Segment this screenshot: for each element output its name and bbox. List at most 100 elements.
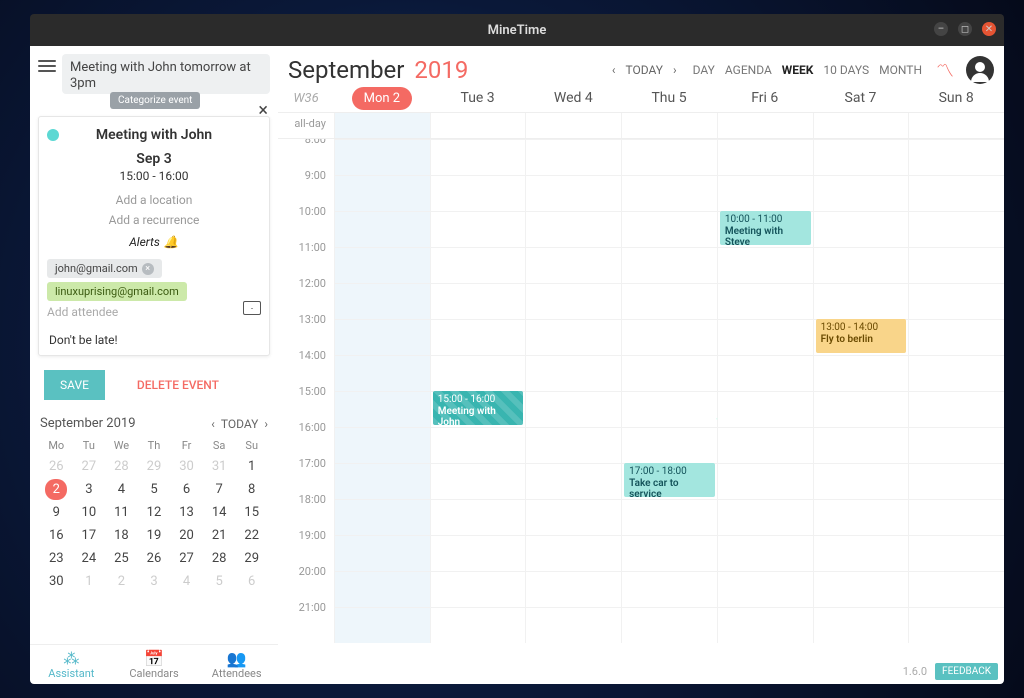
mini-cal-day[interactable]: 25 (105, 548, 138, 569)
attendee-chip-self[interactable]: linuxuprising@gmail.com (47, 282, 187, 301)
mini-cal-day[interactable]: 3 (73, 479, 106, 500)
mail-icon[interactable] (243, 301, 261, 315)
day-column[interactable]: 13:00 - 14:00Fly to berlin (813, 139, 909, 643)
mini-cal-day[interactable]: 2 (45, 479, 67, 500)
mini-cal-today[interactable]: TODAY (221, 417, 259, 431)
today-button[interactable]: TODAY (626, 63, 664, 77)
close-panel-button[interactable]: × (258, 100, 268, 121)
calendar-color-dot[interactable] (47, 129, 59, 141)
day-column[interactable]: 15:00 - 16:00Meeting with John (430, 139, 526, 643)
day-header-sun[interactable]: Sun 8 (908, 90, 1004, 106)
feedback-button[interactable]: FEEDBACK (935, 663, 998, 680)
mini-cal-day[interactable]: 4 (170, 571, 203, 592)
mini-cal-day[interactable]: 15 (235, 502, 268, 523)
mini-cal-day[interactable]: 17 (73, 525, 106, 546)
menu-icon[interactable] (38, 60, 56, 72)
event-description[interactable]: Don't be late! (47, 333, 261, 347)
mode-week[interactable]: WEEK (782, 63, 814, 77)
mini-cal-day[interactable]: 9 (40, 502, 73, 523)
account-avatar[interactable] (966, 56, 994, 84)
next-week-button[interactable]: › (673, 63, 677, 77)
day-header-sat[interactable]: Sat 7 (813, 90, 909, 106)
allday-cell[interactable] (908, 113, 1004, 138)
mini-cal-day[interactable]: 3 (138, 571, 171, 592)
mini-cal-day[interactable]: 31 (203, 456, 236, 477)
window-close-button[interactable]: ✕ (982, 22, 996, 36)
mini-cal-day[interactable]: 30 (170, 456, 203, 477)
day-header-fri[interactable]: Fri 6 (717, 90, 813, 106)
mode-month[interactable]: MONTH (879, 63, 922, 77)
mini-cal-day[interactable]: 22 (235, 525, 268, 546)
tab-attendees[interactable]: 👥Attendees (195, 645, 278, 684)
mini-cal-day[interactable]: 1 (73, 571, 106, 592)
save-button[interactable]: SAVE (44, 370, 105, 400)
day-header-thu[interactable]: Thu 5 (621, 90, 717, 106)
mini-cal-day[interactable]: 2 (105, 571, 138, 592)
prev-week-button[interactable]: ‹ (612, 63, 616, 77)
alerts-link[interactable]: Alerts 🔔 (47, 235, 261, 249)
mini-cal-day[interactable]: 21 (203, 525, 236, 546)
mini-cal-day[interactable]: 8 (235, 479, 268, 500)
mini-cal-day[interactable]: 29 (138, 456, 171, 477)
event-date[interactable]: Sep 3 (47, 151, 261, 167)
calendar-event[interactable]: 17:00 - 18:00Take car to service (624, 463, 715, 497)
event-title[interactable]: Meeting with John (47, 127, 261, 143)
day-column[interactable] (334, 139, 430, 643)
mode-10days[interactable]: 10 DAYS (823, 63, 869, 77)
tab-assistant[interactable]: ⁂Assistant (30, 645, 113, 684)
remove-attendee-icon[interactable]: × (142, 263, 154, 275)
allday-cell[interactable] (430, 113, 526, 138)
calendar-event[interactable]: 15:00 - 16:00Meeting with John (433, 391, 524, 425)
window-minimize-button[interactable]: – (934, 22, 948, 36)
delete-event-button[interactable]: DELETE EVENT (121, 370, 235, 400)
mini-cal-day[interactable]: 4 (105, 479, 138, 500)
mode-day[interactable]: DAY (693, 63, 715, 77)
mini-cal-day[interactable]: 20 (170, 525, 203, 546)
calendar-event[interactable]: 13:00 - 14:00Fly to berlin (816, 319, 907, 353)
mini-cal-day[interactable]: 30 (40, 571, 73, 592)
window-maximize-button[interactable]: ◻ (958, 22, 972, 36)
mini-cal-day[interactable]: 28 (105, 456, 138, 477)
allday-cell[interactable] (717, 113, 813, 138)
mini-cal-day[interactable]: 5 (138, 479, 171, 500)
add-location-link[interactable]: Add a location (47, 193, 261, 207)
allday-cell[interactable] (621, 113, 717, 138)
day-header-mon[interactable]: Mon 2 (334, 90, 430, 106)
mini-cal-day[interactable]: 16 (40, 525, 73, 546)
calendar-event[interactable]: 10:00 - 11:00Meeting with Steve (720, 211, 811, 245)
mini-cal-day[interactable]: 1 (235, 456, 268, 477)
mini-cal-day[interactable]: 5 (203, 571, 236, 592)
add-recurrence-link[interactable]: Add a recurrence (47, 213, 261, 227)
day-header-tue[interactable]: Tue 3 (430, 90, 526, 106)
mini-cal-day[interactable]: 27 (170, 548, 203, 569)
day-column[interactable]: 17:00 - 18:00Take car to service (621, 139, 717, 643)
mini-cal-day[interactable]: 7 (203, 479, 236, 500)
attendee-chip[interactable]: john@gmail.com × (47, 259, 162, 278)
mini-cal-day[interactable]: 14 (203, 502, 236, 523)
mini-cal-day[interactable]: 26 (40, 456, 73, 477)
mini-cal-day[interactable]: 19 (138, 525, 171, 546)
mini-cal-day[interactable]: 24 (73, 548, 106, 569)
mini-cal-day[interactable]: 12 (138, 502, 171, 523)
mini-cal-day[interactable]: 28 (203, 548, 236, 569)
mini-cal-day[interactable]: 6 (235, 571, 268, 592)
mini-cal-next[interactable]: › (264, 417, 268, 431)
day-column[interactable] (525, 139, 621, 643)
tab-calendars[interactable]: 📅Calendars (113, 645, 196, 684)
mini-cal-day[interactable]: 6 (170, 479, 203, 500)
mini-cal-day[interactable]: 27 (73, 456, 106, 477)
mini-cal-day[interactable]: 18 (105, 525, 138, 546)
allday-cell[interactable] (334, 113, 430, 138)
mini-cal-day[interactable]: 26 (138, 548, 171, 569)
day-header-wed[interactable]: Wed 4 (525, 90, 621, 106)
mini-cal-day[interactable]: 13 (170, 502, 203, 523)
mini-cal-prev[interactable]: ‹ (211, 417, 215, 431)
day-column[interactable] (908, 139, 1004, 643)
quick-add-input[interactable] (62, 54, 270, 94)
mini-cal-day[interactable]: 11 (105, 502, 138, 523)
add-attendee-hint[interactable]: Add attendee (47, 305, 118, 319)
mode-agenda[interactable]: AGENDA (725, 63, 772, 77)
allday-cell[interactable] (525, 113, 621, 138)
mini-cal-day[interactable]: 10 (73, 502, 106, 523)
insights-icon[interactable]: 〽 (936, 57, 954, 83)
